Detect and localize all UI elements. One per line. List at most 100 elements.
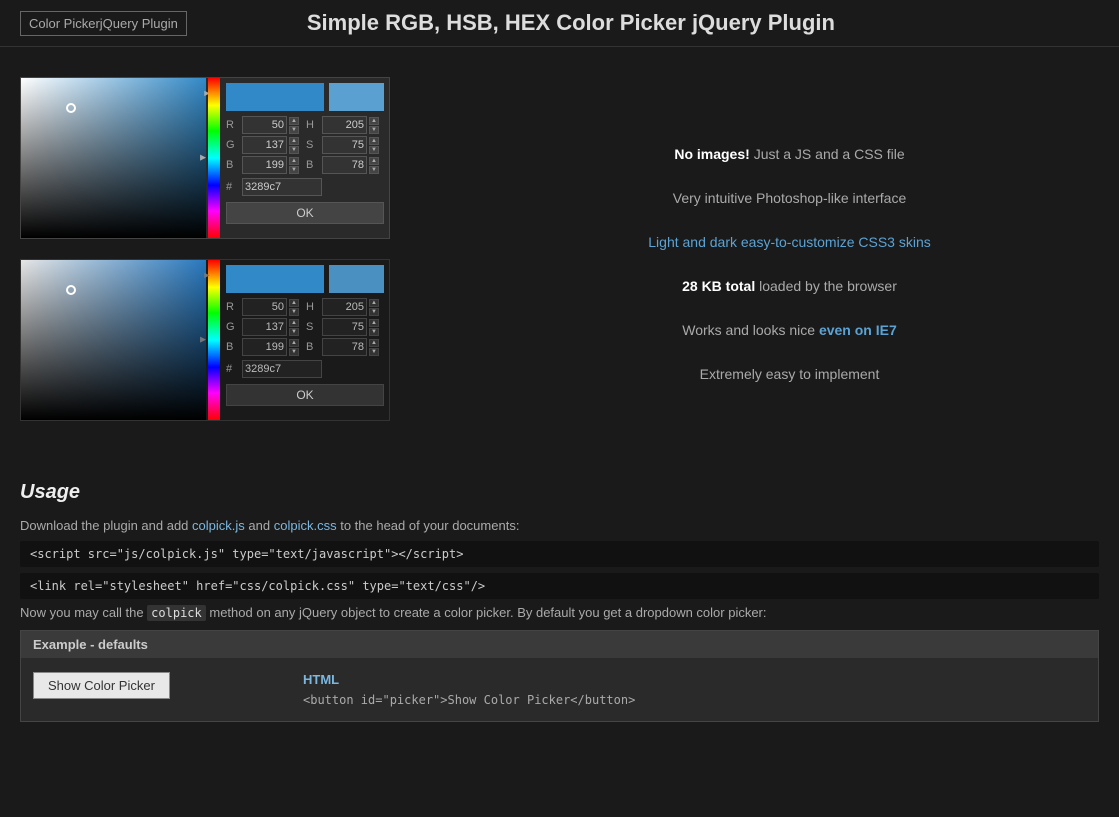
- spin-b2-up-light[interactable]: ▲: [369, 157, 379, 165]
- feature-4-highlight: 28 KB total: [682, 278, 755, 294]
- spinner-g-light: ▲ ▼: [289, 137, 299, 154]
- spin-b-up-light[interactable]: ▲: [289, 157, 299, 165]
- input-b2-light[interactable]: [322, 156, 367, 174]
- colpick-css-link[interactable]: colpick.css: [274, 518, 337, 533]
- spin-g-up-dark[interactable]: ▲: [289, 319, 299, 327]
- input-r-light[interactable]: [242, 116, 287, 134]
- spin-b-up-dark[interactable]: ▲: [289, 339, 299, 347]
- spin-r-down-dark[interactable]: ▼: [289, 308, 299, 316]
- label-h-light: H: [306, 119, 320, 131]
- input-b-dark[interactable]: [242, 338, 287, 356]
- link-tag-text: <link rel="stylesheet" href="css/colpick…: [30, 579, 485, 593]
- script-tag-text: <script src="js/colpick.js" type="text/j…: [30, 547, 463, 561]
- spin-r-up-light[interactable]: ▲: [289, 117, 299, 125]
- label-r-light: R: [226, 119, 240, 131]
- spin-b2-down-light[interactable]: ▼: [369, 166, 379, 174]
- usage-intro: Download the plugin and add colpick.js a…: [20, 518, 1099, 533]
- spin-g-down-light[interactable]: ▼: [289, 146, 299, 154]
- preview-row-dark: [226, 265, 384, 293]
- example-right: HTML <button id="picker">Show Color Pick…: [303, 672, 1086, 707]
- usage-intro-text: Download the plugin and add: [20, 518, 192, 533]
- spin-g-up-light[interactable]: ▲: [289, 137, 299, 145]
- spin-h-up-dark[interactable]: ▲: [369, 299, 379, 307]
- feature-3-text: Light and dark easy-to-customize CSS3 sk…: [648, 234, 930, 250]
- spin-s-up-light[interactable]: ▲: [369, 137, 379, 145]
- spin-b-down-dark[interactable]: ▼: [289, 348, 299, 356]
- logo-link[interactable]: Color PickerjQuery Plugin: [20, 11, 187, 36]
- input-s-dark[interactable]: [322, 318, 367, 336]
- spin-r-up-dark[interactable]: ▲: [289, 299, 299, 307]
- gradient-light[interactable]: ►: [21, 78, 206, 238]
- field-s-light: S ▲ ▼: [306, 136, 384, 154]
- feature-1-highlight: No images!: [674, 146, 749, 162]
- main-content: ► ► R: [0, 47, 1119, 471]
- spinner-b2-light: ▲ ▼: [369, 157, 379, 174]
- hue-strip-dark[interactable]: ►: [206, 260, 221, 420]
- spinner-s-dark: ▲ ▼: [369, 319, 379, 336]
- preview-row-light: [226, 83, 384, 111]
- field-b2-light: B ▲ ▼: [306, 156, 384, 174]
- feature-3: Light and dark easy-to-customize CSS3 sk…: [480, 234, 1099, 250]
- spinner-r-light: ▲ ▼: [289, 117, 299, 134]
- field-b-dark: B ▲ ▼: [226, 338, 304, 356]
- spin-b2-down-dark[interactable]: ▼: [369, 348, 379, 356]
- feature-4-text: loaded by the browser: [759, 278, 897, 294]
- example-content: Show Color Picker HTML <button id="picke…: [21, 658, 1098, 721]
- label-s-light: S: [306, 139, 320, 151]
- pickers-area: ► ► R: [20, 77, 420, 441]
- spin-h-up-light[interactable]: ▲: [369, 117, 379, 125]
- show-color-picker-button[interactable]: Show Color Picker: [33, 672, 170, 699]
- fields-grid-dark: R ▲ ▼ H ▲ ▼: [226, 298, 384, 356]
- label-s-dark: S: [306, 321, 320, 333]
- gradient-dark[interactable]: ►: [21, 260, 206, 420]
- spinner-b-dark: ▲ ▼: [289, 339, 299, 356]
- main-title: Simple RGB, HSB, HEX Color Picker jQuery…: [307, 10, 835, 36]
- header: Color PickerjQuery Plugin Simple RGB, HS…: [0, 0, 1119, 47]
- field-s-dark: S ▲ ▼: [306, 318, 384, 336]
- hex-row-light: #: [226, 178, 384, 196]
- usage-title: Usage: [20, 481, 1099, 504]
- feature-6: Extremely easy to implement: [480, 366, 1099, 382]
- label-b2-light: B: [306, 159, 320, 171]
- spinner-h-dark: ▲ ▼: [369, 299, 379, 316]
- spin-b-down-light[interactable]: ▼: [289, 166, 299, 174]
- spin-s-down-light[interactable]: ▼: [369, 146, 379, 154]
- spin-h-down-light[interactable]: ▼: [369, 126, 379, 134]
- ok-btn-light[interactable]: OK: [226, 202, 384, 224]
- preview-new-dark: [226, 265, 324, 293]
- usage-head-text: to the head of your documents:: [340, 518, 519, 533]
- label-b-dark: B: [226, 341, 240, 353]
- hex-input-light[interactable]: [242, 178, 322, 196]
- input-b2-dark[interactable]: [322, 338, 367, 356]
- label-g-light: G: [226, 139, 240, 151]
- input-g-light[interactable]: [242, 136, 287, 154]
- picker-arrow-dark: ►: [198, 335, 206, 346]
- controls-light: R ▲ ▼ H ▲ ▼: [221, 78, 389, 238]
- hex-input-dark[interactable]: [242, 360, 322, 378]
- usage-section: Usage Download the plugin and add colpic…: [0, 471, 1119, 742]
- input-b-light[interactable]: [242, 156, 287, 174]
- spin-r-down-light[interactable]: ▼: [289, 126, 299, 134]
- spin-g-down-dark[interactable]: ▼: [289, 328, 299, 336]
- field-g-dark: G ▲ ▼: [226, 318, 304, 336]
- ok-btn-dark[interactable]: OK: [226, 384, 384, 406]
- spin-b2-up-dark[interactable]: ▲: [369, 339, 379, 347]
- link-tag-block: <link rel="stylesheet" href="css/colpick…: [20, 573, 1099, 599]
- colpick-js-link[interactable]: colpick.js: [192, 518, 245, 533]
- preview-old-dark: [329, 265, 384, 293]
- html-code: <button id="picker">Show Color Picker</b…: [303, 693, 1086, 707]
- field-h-dark: H ▲ ▼: [306, 298, 384, 316]
- html-label: HTML: [303, 672, 1086, 687]
- input-s-light[interactable]: [322, 136, 367, 154]
- input-g-dark[interactable]: [242, 318, 287, 336]
- spin-h-down-dark[interactable]: ▼: [369, 308, 379, 316]
- spinner-b-light: ▲ ▼: [289, 157, 299, 174]
- input-r-dark[interactable]: [242, 298, 287, 316]
- spin-s-up-dark[interactable]: ▲: [369, 319, 379, 327]
- spin-s-down-dark[interactable]: ▼: [369, 328, 379, 336]
- input-h-dark[interactable]: [322, 298, 367, 316]
- input-h-light[interactable]: [322, 116, 367, 134]
- feature-6-text: Extremely easy to implement: [700, 366, 880, 382]
- feature-5: Works and looks nice even on IE7: [480, 322, 1099, 338]
- hue-strip-light[interactable]: ►: [206, 78, 221, 238]
